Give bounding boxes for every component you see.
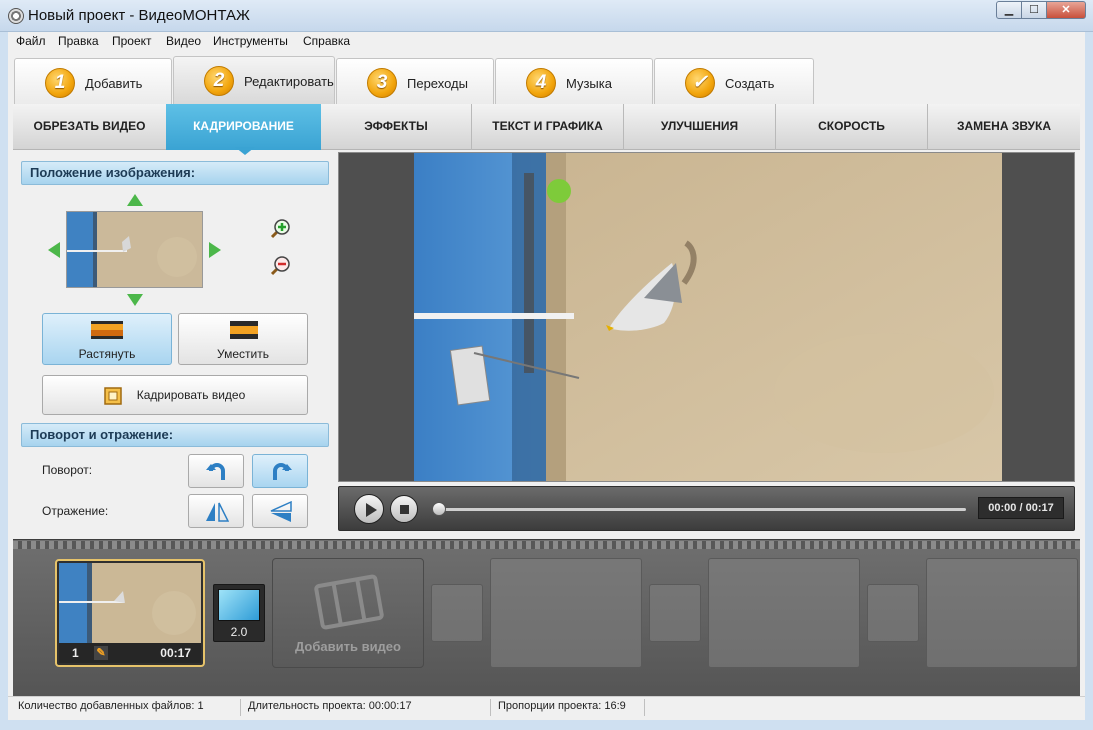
add-video-label: Добавить видео bbox=[295, 639, 401, 654]
play-icon bbox=[366, 503, 377, 517]
edit-pencil-icon[interactable]: ✎ bbox=[94, 646, 108, 660]
play-button[interactable] bbox=[354, 494, 384, 524]
step-number-badge: 4 bbox=[526, 68, 556, 98]
menu-file[interactable]: Файл bbox=[16, 34, 46, 48]
clip-duration: 00:17 bbox=[160, 646, 191, 660]
status-duration: Длительность проекта: 00:00:17 bbox=[248, 700, 412, 712]
step-label: Переходы bbox=[407, 76, 468, 91]
clip-index: 1 bbox=[72, 646, 79, 660]
subtab-effects[interactable]: ЭФФЕКТЫ bbox=[321, 104, 471, 150]
window-title: Новый проект - ВидеоМОНТАЖ bbox=[28, 7, 250, 24]
step-tab-add[interactable]: 1 Добавить bbox=[14, 58, 172, 104]
step-label: Создать bbox=[725, 76, 775, 91]
fit-button[interactable]: Уместить bbox=[178, 313, 308, 365]
flip-vertical-button[interactable] bbox=[252, 494, 308, 528]
crop-video-button[interactable]: Кадрировать видео bbox=[42, 375, 308, 415]
flip-horizontal-button[interactable] bbox=[188, 494, 244, 528]
move-down-icon[interactable] bbox=[127, 294, 143, 306]
fit-icon bbox=[230, 321, 258, 339]
menu-project[interactable]: Проект bbox=[112, 34, 152, 48]
move-left-icon[interactable] bbox=[48, 242, 60, 258]
stop-button[interactable] bbox=[390, 495, 418, 523]
edit-subtabs: ОБРЕЗАТЬ ВИДЕО КАДРИРОВАНИЕ ЭФФЕКТЫ ТЕКС… bbox=[13, 104, 1080, 150]
menu-edit[interactable]: Правка bbox=[58, 34, 99, 48]
transition-preview-icon bbox=[218, 589, 260, 621]
maximize-button[interactable]: ☐ bbox=[1021, 1, 1047, 19]
empty-clip-slot[interactable] bbox=[490, 558, 642, 668]
menu-tools[interactable]: Инструменты bbox=[213, 34, 288, 48]
active-tab-pointer bbox=[235, 147, 255, 155]
stop-icon bbox=[400, 505, 409, 514]
position-section-header: Положение изображения: bbox=[21, 161, 329, 185]
rotate-left-icon bbox=[206, 463, 225, 480]
stretch-label: Растянуть bbox=[78, 347, 136, 361]
step-number-badge: 3 bbox=[367, 68, 397, 98]
status-file-count: Количество добавленных файлов: 1 bbox=[18, 700, 204, 712]
film-strip-perforation bbox=[13, 541, 1080, 549]
flip-vertical-icon bbox=[270, 501, 292, 522]
rotate-left-button[interactable] bbox=[188, 454, 244, 488]
empty-clip-slot[interactable] bbox=[926, 558, 1078, 668]
move-right-icon[interactable] bbox=[209, 242, 221, 258]
menu-bar: Файл Правка Проект Видео Инструменты Спр… bbox=[8, 32, 1085, 52]
add-video-slot[interactable]: Добавить видео bbox=[272, 558, 424, 668]
video-preview[interactable] bbox=[414, 153, 1002, 481]
step-label: Музыка bbox=[566, 76, 612, 91]
clip-thumbnail[interactable] bbox=[59, 563, 201, 643]
subtab-replace-audio[interactable]: ЗАМЕНА ЗВУКА bbox=[927, 104, 1080, 150]
status-separator bbox=[490, 699, 491, 716]
move-up-icon[interactable] bbox=[127, 194, 143, 206]
progress-track[interactable] bbox=[439, 508, 966, 511]
step-number-badge: 1 bbox=[45, 68, 75, 98]
rotate-right-icon bbox=[273, 463, 292, 480]
subtab-crop[interactable]: КАДРИРОВАНИЕ bbox=[166, 104, 321, 150]
flip-horizontal-icon bbox=[206, 502, 229, 522]
time-display: 00:00 / 00:17 bbox=[978, 497, 1064, 519]
step-label: Добавить bbox=[85, 76, 143, 91]
empty-transition-slot[interactable] bbox=[867, 584, 919, 642]
crop-video-label: Кадрировать видео bbox=[136, 388, 246, 402]
subtab-text-graphics[interactable]: ТЕКСТ И ГРАФИКА bbox=[471, 104, 623, 150]
step-tab-transitions[interactable]: 3 Переходы bbox=[336, 58, 494, 104]
close-button[interactable]: ✕ bbox=[1046, 1, 1086, 19]
empty-clip-slot[interactable] bbox=[708, 558, 860, 668]
film-icon bbox=[314, 574, 384, 630]
stretch-button[interactable]: Растянуть bbox=[42, 313, 172, 365]
rotate-label: Поворот: bbox=[42, 463, 93, 477]
checkmark-icon: ✓ bbox=[685, 68, 715, 98]
subtab-trim[interactable]: ОБРЕЗАТЬ ВИДЕО bbox=[13, 104, 166, 150]
transition-block[interactable]: 2.0 bbox=[213, 584, 265, 642]
transition-duration: 2.0 bbox=[230, 625, 248, 639]
rotate-right-button[interactable] bbox=[252, 454, 308, 488]
step-label: Редактировать bbox=[244, 74, 334, 89]
clip-footer: 1 ✎ 00:17 bbox=[59, 643, 201, 663]
rotation-section-header: Поворот и отражение: bbox=[21, 423, 329, 447]
step-tab-edit[interactable]: 2 Редактировать bbox=[173, 56, 335, 104]
menu-video[interactable]: Видео bbox=[166, 34, 201, 48]
status-separator bbox=[644, 699, 645, 716]
progress-slider-handle[interactable] bbox=[432, 502, 446, 516]
status-separator bbox=[240, 699, 241, 716]
step-tab-create[interactable]: ✓ Создать bbox=[654, 58, 814, 104]
status-aspect-ratio: Пропорции проекта: 16:9 bbox=[498, 700, 626, 712]
subtab-speed[interactable]: СКОРОСТЬ bbox=[775, 104, 927, 150]
zoom-out-icon[interactable] bbox=[268, 254, 290, 276]
empty-transition-slot[interactable] bbox=[431, 584, 483, 642]
menu-help[interactable]: Справка bbox=[303, 34, 350, 48]
fit-label: Уместить bbox=[217, 347, 269, 361]
empty-transition-slot[interactable] bbox=[649, 584, 701, 642]
app-film-reel-icon[interactable] bbox=[8, 8, 24, 24]
subtab-enhancements[interactable]: УЛУЧШЕНИЯ bbox=[623, 104, 775, 150]
step-number-badge: 2 bbox=[204, 66, 234, 96]
mirror-label: Отражение: bbox=[42, 504, 109, 518]
minimize-button[interactable]: ▁ bbox=[996, 1, 1022, 19]
step-tab-music[interactable]: 4 Музыка bbox=[495, 58, 653, 104]
stretch-icon bbox=[91, 321, 123, 339]
zoom-in-icon[interactable] bbox=[268, 217, 290, 239]
position-thumbnail[interactable] bbox=[66, 211, 203, 288]
status-bar: Количество добавленных файлов: 1 Длитель… bbox=[8, 696, 1085, 718]
